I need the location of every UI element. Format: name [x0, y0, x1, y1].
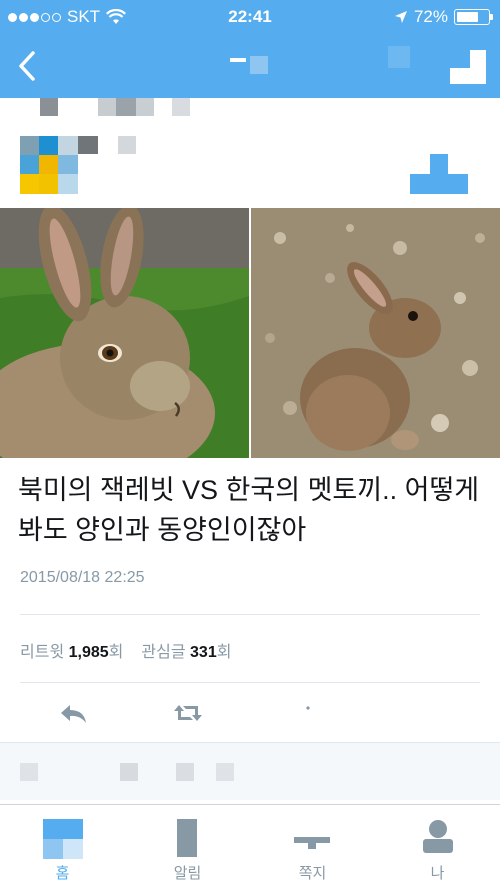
tab-messages[interactable]: 쪽지 — [250, 805, 375, 887]
back-button[interactable] — [10, 46, 44, 86]
compose-button[interactable] — [448, 46, 488, 86]
nav-obscured-block — [388, 46, 410, 68]
like-label: 관심글 — [141, 644, 186, 661]
author-name-obscured — [40, 98, 190, 116]
retweet-label: 리트윗 — [20, 644, 65, 661]
author-meta-obscured — [78, 136, 98, 154]
favorite-button[interactable] — [296, 702, 326, 732]
jackrabbit-photo — [0, 208, 249, 458]
retweet-icon — [174, 705, 202, 721]
divider — [20, 682, 480, 683]
tab-bar: 홈 알림 쪽지 나 — [0, 804, 500, 887]
tweet-stats: 리트윗 1,985회 관심글 331회 — [20, 638, 231, 662]
tweet-timestamp: 2015/08/18 22:25 — [20, 569, 145, 586]
nav-title-obscured — [230, 56, 268, 74]
tab-notifications-label: 알림 — [173, 865, 202, 882]
divider — [20, 614, 480, 615]
reply-button[interactable] — [58, 702, 98, 732]
tab-notifications[interactable]: 알림 — [125, 805, 250, 887]
author-meta-obscured-2 — [118, 136, 136, 154]
star-icon — [306, 706, 310, 710]
compose-icon — [450, 50, 486, 84]
reply-composer[interactable] — [0, 742, 500, 800]
retweet-count: 1,985 — [68, 644, 109, 661]
tweet-actions — [0, 696, 500, 736]
chevron-left-icon — [19, 51, 35, 81]
tab-me-label: 나 — [430, 865, 445, 882]
notifications-icon — [176, 819, 197, 857]
messages-icon — [293, 837, 330, 849]
battery-percent: 72% — [413, 7, 448, 26]
korean-hare-photo — [251, 208, 500, 458]
like-unit: 회 — [216, 644, 232, 661]
battery-icon — [454, 9, 493, 25]
tweet-author[interactable] — [0, 98, 500, 208]
like-stat[interactable]: 관심글 331회 — [141, 638, 231, 662]
home-icon — [42, 819, 83, 859]
retweet-stat[interactable]: 리트윗 1,985회 — [20, 638, 123, 662]
status-bar: SKT 22:41 72% — [0, 0, 500, 34]
battery-level — [457, 12, 478, 22]
tweet-text: 북미의 잭레빗 VS 한국의 멧토끼.. 어떻게 봐도 양인과 동양인이잖아 — [18, 475, 480, 545]
tab-home[interactable]: 홈 — [0, 805, 125, 887]
tab-messages-label: 쪽지 — [298, 865, 327, 882]
tab-home-label: 홈 — [55, 865, 70, 882]
avatar[interactable] — [20, 136, 78, 194]
like-count: 331 — [190, 644, 217, 661]
tweet-photo[interactable] — [0, 208, 500, 458]
reply-icon — [61, 705, 86, 723]
location-arrow-icon — [394, 11, 407, 23]
battery-status: 72% — [394, 7, 493, 27]
profile-icon — [422, 820, 453, 853]
retweet-unit: 회 — [108, 644, 124, 661]
retweet-button[interactable] — [170, 702, 212, 732]
follow-button[interactable] — [410, 154, 468, 194]
nav-bar — [0, 34, 500, 98]
tab-me[interactable]: 나 — [375, 805, 500, 887]
